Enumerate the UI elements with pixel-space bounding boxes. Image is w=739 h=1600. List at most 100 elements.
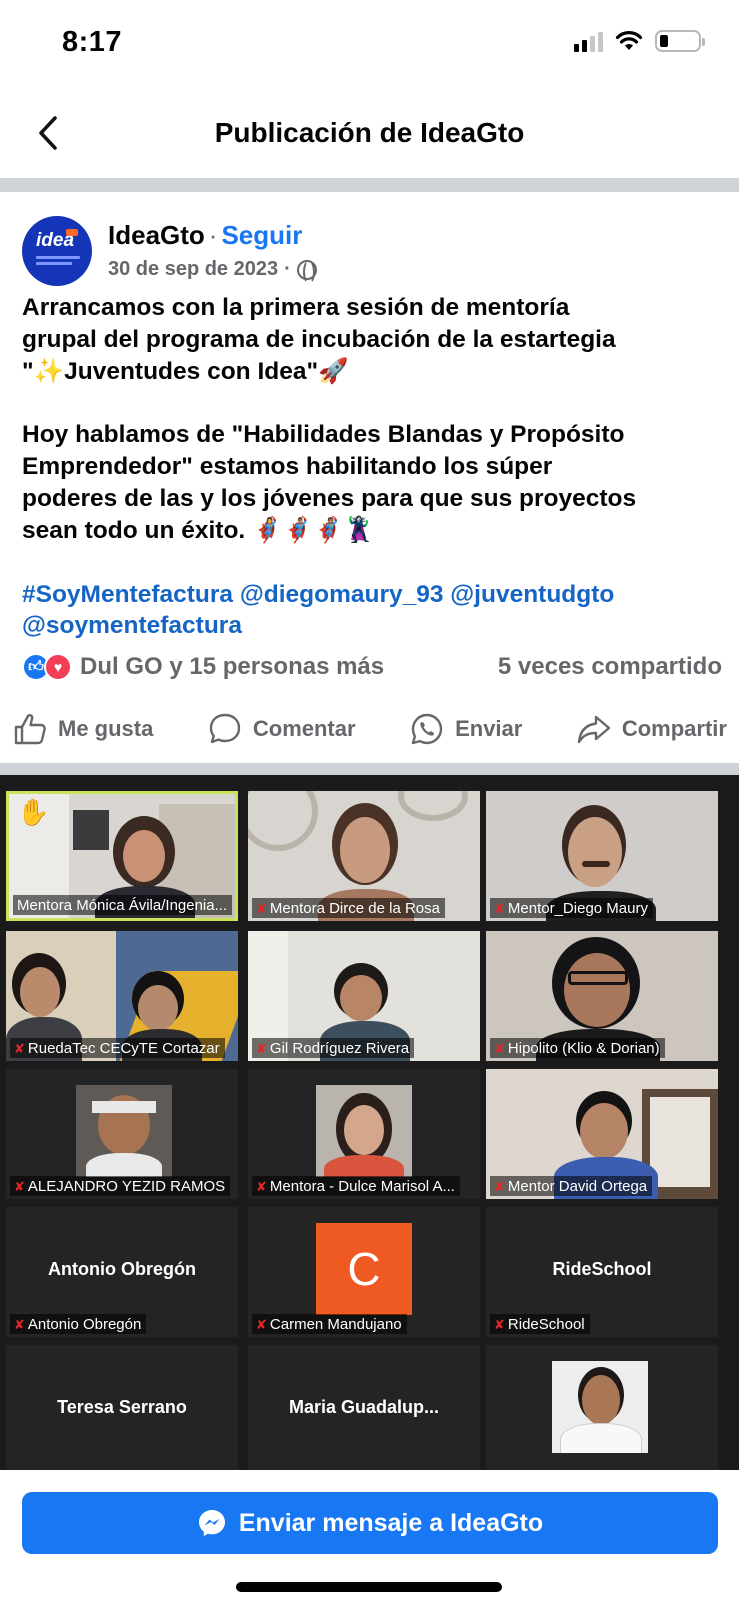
avatar-logo-badge (66, 229, 78, 236)
bottom-cta-area: Enviar mensaje a IdeaGto (0, 1470, 739, 1600)
video-tile: ✘ Hipolito (Klio & Dorian) (486, 931, 718, 1061)
post-text-line: poderes de las y los jóvenes para que su… (22, 484, 637, 512)
globe-icon (296, 259, 317, 284)
mic-muted-icon: ✘ (14, 1178, 25, 1194)
video-tile: Teresa Serrano (6, 1345, 238, 1470)
mic-muted-icon: ✘ (256, 1178, 267, 1194)
post-action-bar: Me gusta Comentar Enviar Compartir (12, 704, 727, 754)
mic-muted-icon: ✘ (256, 1316, 267, 1332)
status-bar: 8:17 (0, 0, 739, 88)
participant-name: RuedaTec CECyTE Cortazar (27, 1040, 220, 1057)
participant-name: Hipolito (Klio & Dorian) (507, 1040, 660, 1057)
status-time: 8:17 (62, 26, 123, 58)
post-meta: 30 de sep de 2023 · (108, 258, 317, 284)
video-tile: Maria Guadalup... (248, 1345, 480, 1470)
avatar[interactable]: idea (22, 216, 92, 286)
video-tile: ✘ Mentora Dirce de la Rosa (248, 791, 480, 921)
participant-label: ✘ Mentor David Ortega (490, 1176, 653, 1196)
status-icons (574, 30, 705, 52)
participant-label: ✘ RuedaTec CECyTE Cortazar (10, 1038, 225, 1058)
video-tile: ✘ Mentora - Dulce Marisol A... (248, 1069, 480, 1199)
mic-muted-icon: ✘ (494, 1316, 505, 1332)
participant-label: ✘ Hipolito (Klio & Dorian) (490, 1038, 665, 1058)
participant-center-name: Antonio Obregón (48, 1259, 196, 1279)
comment-bubble-icon (209, 713, 241, 744)
participant-label: ✘ Carmen Mandujano (252, 1314, 407, 1334)
video-tile: Antonio Obregón ✘ Antonio Obregón (6, 1207, 238, 1337)
send-label: Enviar (455, 716, 523, 741)
send-message-button[interactable]: Enviar mensaje a IdeaGto (22, 1492, 718, 1554)
author-name[interactable]: IdeaGto (108, 220, 205, 250)
thumbs-up-icon (14, 714, 46, 745)
mic-muted-icon: ✘ (494, 900, 505, 916)
like-label: Me gusta (58, 716, 154, 741)
participant-name: RideSchool (507, 1316, 585, 1333)
follow-button[interactable]: Seguir (221, 220, 302, 250)
comment-label: Comentar (252, 716, 356, 741)
participant-label: ✘ RideSchool (490, 1314, 590, 1334)
section-divider (0, 763, 739, 775)
video-tile: RideSchool ✘ RideSchool (486, 1207, 718, 1337)
post-text-line: grupal del programa de incubación de la … (22, 325, 616, 353)
post-date[interactable]: 30 de sep de 2023 (108, 258, 278, 281)
participant-label: ✘ ALEJANDRO YEZID RAMOS (10, 1176, 231, 1196)
participant-name: Mentora Dirce de la Rosa (269, 900, 440, 917)
participant-label: ✘ Antonio Obregón (10, 1314, 147, 1334)
mic-muted-icon: ✘ (256, 900, 267, 916)
mic-muted-icon: ✘ (256, 1040, 267, 1056)
hashtag-mentions-line[interactable]: #SoyMentefactura @diegomaury_93 @juventu… (22, 579, 722, 611)
cellular-signal-icon (574, 30, 603, 52)
participant-name: Mentor David Ortega (507, 1178, 648, 1195)
chevron-left-icon (39, 116, 57, 150)
post-image-zoom-meeting[interactable]: ✋ Mentora Mónica Ávila/Ingenia... ✘ Mento… (0, 775, 739, 1470)
participant-name: ALEJANDRO YEZID RAMOS (27, 1178, 226, 1195)
post-text-line: Emprendedor" estamos habilitando los súp… (22, 453, 553, 481)
participant-name: Gil Rodríguez Rivera (269, 1040, 410, 1057)
author-line: IdeaGto · Seguir (108, 220, 302, 251)
like-button[interactable]: Me gusta (12, 711, 153, 747)
author-separator: · (208, 220, 218, 250)
participant-name: Mentora - Dulce Marisol A... (269, 1178, 455, 1195)
participant-center-name: Teresa Serrano (57, 1397, 187, 1417)
participant-center-name: RideSchool (552, 1259, 652, 1279)
wifi-icon (615, 31, 643, 50)
participant-name: Mentora Mónica Ávila/Ingenia... (17, 897, 228, 914)
participant-name: Antonio Obregón (27, 1316, 142, 1333)
share-button[interactable]: Compartir (576, 711, 727, 747)
video-tile: ✘ Mentor David Ortega (486, 1069, 718, 1199)
reactions-count[interactable]: Dul GO y 15 personas más (80, 653, 384, 681)
send-message-label: Enviar mensaje a IdeaGto (238, 1508, 544, 1537)
participant-label: ✘ Mentora - Dulce Marisol A... (252, 1176, 460, 1196)
participant-center-name: Maria Guadalup... (288, 1397, 440, 1417)
battery-icon (655, 30, 705, 52)
home-indicator (236, 1582, 502, 1592)
post-text-line: Arrancamos con la primera sesión de ment… (22, 294, 570, 321)
raised-hand-icon: ✋ (17, 798, 50, 828)
mic-muted-icon: ✘ (494, 1040, 505, 1056)
share-label: Compartir (621, 716, 727, 741)
reactions-summary: 👍︎ ♥ Dul GO y 15 personas más 5 veces co… (22, 650, 722, 684)
participant-name: Carmen Mandujano (269, 1316, 402, 1333)
mic-muted-icon: ✘ (14, 1040, 25, 1056)
video-tile: ✘ ALEJANDRO YEZID RAMOS (6, 1069, 238, 1199)
mic-muted-icon: ✘ (494, 1178, 505, 1194)
participant-label: ✘ Gil Rodríguez Rivera (252, 1038, 415, 1058)
post-text-line: sean todo un éxito. 🦸‍♀️🦸🏽‍♂️🦸🏽🦹‍♀️ (22, 516, 375, 544)
participant-label: Mentora Mónica Ávila/Ingenia... (13, 895, 233, 915)
video-tile: ✋ Mentora Mónica Ávila/Ingenia... (6, 791, 238, 921)
participant-label: ✘ Mentora Dirce de la Rosa (252, 898, 445, 918)
love-reaction-icon: ♥ (44, 653, 72, 681)
reaction-icons[interactable]: 👍︎ ♥ (22, 653, 72, 681)
shares-count[interactable]: 5 veces compartido (498, 653, 722, 681)
video-tile: ✘ Mentor_Diego Maury (486, 791, 718, 921)
post-text: Arrancamos con la primera sesión de ment… (22, 292, 722, 642)
video-tile: C ✘ Carmen Mandujano (248, 1207, 480, 1337)
avatar-logo-line (36, 256, 80, 259)
back-button[interactable] (28, 110, 68, 156)
section-divider (0, 178, 739, 192)
post-header: idea IdeaGto · Seguir 30 de sep de 2023 · (22, 216, 722, 286)
messenger-icon (198, 1510, 225, 1536)
send-whatsapp-button[interactable]: Enviar (409, 711, 522, 747)
comment-button[interactable]: Comentar (207, 711, 356, 747)
hashtag-mentions-line[interactable]: @soymentefactura (22, 610, 722, 642)
